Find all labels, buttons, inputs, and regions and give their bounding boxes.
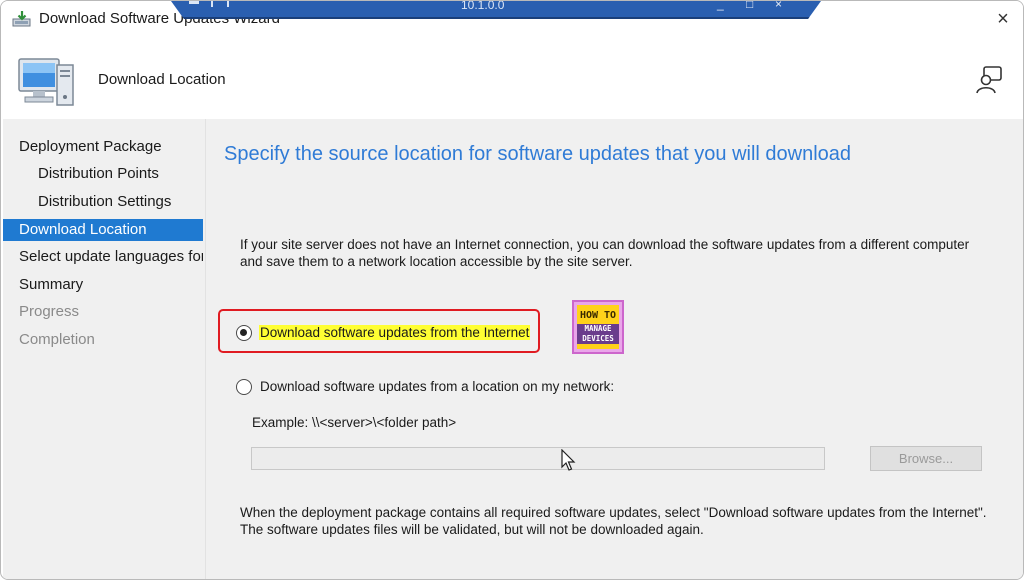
- wizard-steps-sidebar: Deployment Package Distribution Points D…: [3, 119, 205, 579]
- page-title: Download Location: [98, 71, 226, 88]
- network-path-input[interactable]: [251, 447, 825, 470]
- network-option-radio[interactable]: [236, 379, 252, 395]
- connection-signal-icon: [211, 1, 229, 7]
- download-wizard-icon: [12, 11, 31, 27]
- computer-icon: [18, 58, 74, 106]
- how-to-manage-devices-logo: HOW TO MANAGE DEVICES: [572, 300, 624, 354]
- step-select-update-languages[interactable]: Select update languages for: [3, 246, 203, 268]
- remote-restore-button[interactable]: □: [746, 1, 753, 11]
- wizard-window: Download Software Updates Wizard × 10.1.…: [0, 0, 1024, 580]
- wizard-content: Specify the source location for software…: [205, 119, 1023, 579]
- step-distribution-settings[interactable]: Distribution Settings: [3, 191, 203, 213]
- help-person-icon[interactable]: [974, 65, 1004, 95]
- remote-minimize-button[interactable]: _: [717, 1, 724, 11]
- intro-text-line-1: If your site server does not have an Int…: [240, 237, 970, 252]
- logo-text-line-3: DEVICES: [582, 334, 614, 343]
- step-deployment-package[interactable]: Deployment Package: [3, 136, 203, 158]
- step-summary[interactable]: Summary: [3, 274, 203, 296]
- step-distribution-points[interactable]: Distribution Points: [3, 163, 203, 185]
- step-download-location[interactable]: Download Location: [3, 219, 203, 241]
- wizard-header: Download Location: [1, 37, 1023, 119]
- footer-text-line-2: The software updates files will be valid…: [240, 522, 704, 537]
- step-progress: Progress: [19, 303, 80, 320]
- example-path-text: Example: \\<server>\<folder path>: [252, 415, 457, 430]
- logo-text-line-2: MANAGE: [584, 324, 612, 333]
- intro-text-line-2: and save them to a network location acce…: [240, 254, 633, 269]
- close-button[interactable]: ×: [991, 7, 1015, 31]
- logo-text-line-1: HOW TO: [579, 310, 617, 321]
- browse-button[interactable]: Browse...: [870, 446, 982, 471]
- remote-session-bar[interactable]: 10.1.0.0 _ □ ×: [171, 1, 821, 19]
- internet-option-radio[interactable]: [236, 325, 252, 341]
- step-completion: Completion: [19, 331, 95, 348]
- content-heading: Specify the source location for software…: [224, 143, 852, 165]
- mouse-cursor-icon: [561, 449, 576, 471]
- footer-text-line-1: When the deployment package contains all…: [240, 505, 987, 520]
- internet-option-label[interactable]: Download software updates from the Inter…: [259, 325, 531, 340]
- remote-host-label: 10.1.0.0: [461, 0, 505, 12]
- network-option-label[interactable]: Download software updates from a locatio…: [260, 379, 614, 394]
- remote-close-button[interactable]: ×: [775, 1, 782, 11]
